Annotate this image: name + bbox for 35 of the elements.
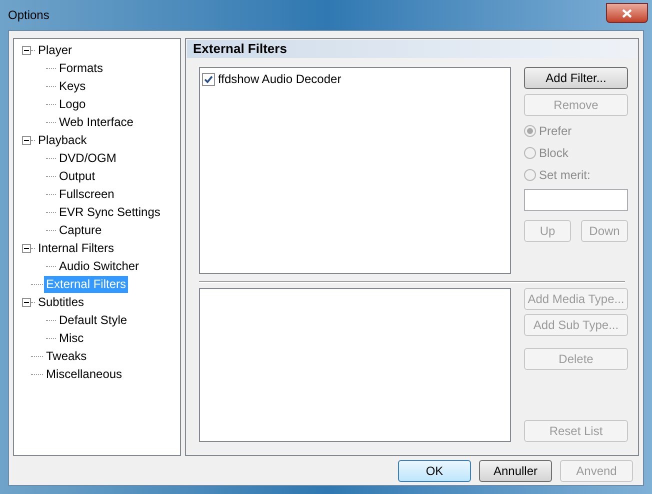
radio-label: Block [539,145,568,162]
tree-item[interactable]: Capture [57,222,104,238]
close-icon [622,8,632,18]
tree-item[interactable]: Player [36,42,74,58]
collapse-icon[interactable] [22,46,31,54]
tree-item[interactable]: Fullscreen [57,186,116,202]
button[interactable]: Add Filter... [524,67,628,89]
tree-item[interactable]: Default Style [57,312,130,328]
button[interactable]: Annuller [479,460,552,482]
page-title: External Filters [187,40,637,58]
collapse-icon[interactable] [22,298,31,306]
tree-item[interactable]: Audio Switcher [57,258,142,274]
tree-item[interactable]: Web Interface [57,114,136,130]
tree-item[interactable]: Formats [57,60,106,76]
tree-item[interactable]: Output [57,168,98,184]
tree-item[interactable]: Playback [36,132,89,148]
tree-item[interactable]: Keys [57,78,88,94]
tree-item[interactable]: Tweaks [44,348,89,364]
tree-item[interactable]: DVD/OGM [57,150,118,166]
tree-item[interactable]: Subtitles [36,294,86,310]
tree-item[interactable]: Logo [57,96,88,112]
radio-label: Set merit: [539,167,590,184]
tree-item[interactable]: Miscellaneous [44,366,124,382]
filter-name[interactable]: ffdshow Audio Decoder [218,70,342,88]
merit-field[interactable] [524,189,628,211]
tree-item[interactable]: Internal Filters [36,240,116,256]
button[interactable]: OK [398,460,471,482]
tree-item[interactable]: EVR Sync Settings [57,204,162,220]
window-title: Options [8,7,50,24]
tree-item[interactable]: Misc [57,330,86,346]
close-button[interactable] [606,3,648,23]
collapse-icon[interactable] [22,136,31,144]
collapse-icon[interactable] [22,244,31,252]
radio-label: Prefer [539,123,572,140]
checkbox[interactable] [202,72,215,86]
